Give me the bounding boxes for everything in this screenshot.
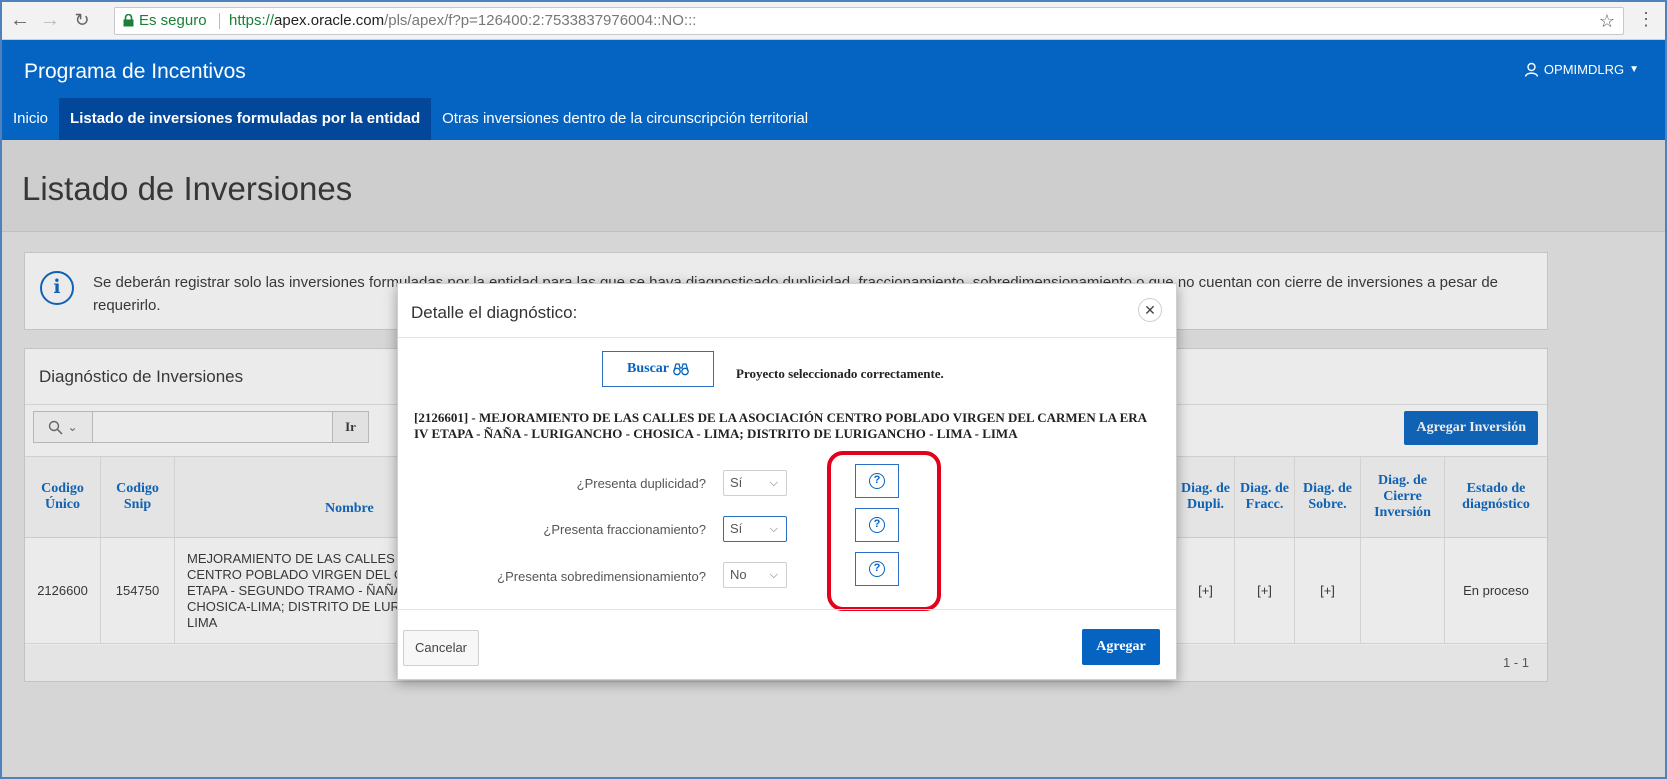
chevron-down-icon: ⌵ <box>769 477 778 489</box>
question-fraccionamiento-label: ¿Presenta fraccionamiento? <box>543 522 706 537</box>
browser-menu-icon[interactable]: ⋮ <box>1637 9 1655 30</box>
binoculars-icon <box>673 363 689 376</box>
chevron-down-icon: ⌵ <box>769 569 778 581</box>
buscar-label: Buscar <box>627 361 669 376</box>
tab-otras-inversiones[interactable]: Otras inversiones dentro de la circunscr… <box>431 98 819 140</box>
cancel-button[interactable]: Cancelar <box>403 630 479 666</box>
user-icon <box>1524 62 1539 77</box>
screenshot-frame: ← → ↻ Es seguro https://apex.oracle.com/… <box>0 0 1667 779</box>
forward-arrow-icon[interactable]: → <box>38 8 62 32</box>
diagnostico-dialog: Detalle el diagnóstico: ✕ Buscar Proyect… <box>397 283 1177 680</box>
question-sobredimensionamiento-label: ¿Presenta sobredimensionamiento? <box>497 569 706 584</box>
secure-label: Es seguro <box>139 12 207 29</box>
duplicidad-select[interactable]: Sí ⌵ <box>723 470 787 496</box>
address-separator <box>219 13 220 29</box>
user-name: OPMIMDLRG <box>1543 62 1625 77</box>
caret-down-icon: ▼ <box>1629 64 1639 75</box>
buscar-button[interactable]: Buscar <box>602 351 714 387</box>
app-title[interactable]: Programa de Incentivos <box>24 60 246 84</box>
browser-toolbar: ← → ↻ Es seguro https://apex.oracle.com/… <box>2 2 1665 40</box>
bookmark-star-icon[interactable]: ☆ <box>1599 8 1615 34</box>
address-bar[interactable]: Es seguro https://apex.oracle.com/pls/ap… <box>114 7 1624 35</box>
back-arrow-icon[interactable]: ← <box>8 8 32 32</box>
project-title: [2126601] - MEJORAMIENTO DE LAS CALLES D… <box>414 410 1147 441</box>
nav-tabs: Inicio Listado de inversiones formuladas… <box>2 98 819 140</box>
dialog-footer: Cancelar Agregar <box>398 609 1176 681</box>
reload-icon[interactable]: ↻ <box>70 8 94 32</box>
dialog-title: Detalle el diagnóstico: <box>411 303 578 322</box>
dialog-header: Detalle el diagnóstico: ✕ <box>398 284 1176 338</box>
sobredimensionamiento-select[interactable]: No ⌵ <box>723 562 787 588</box>
user-menu[interactable]: OPMIMDLRG ▼ <box>1524 62 1639 77</box>
close-icon[interactable]: ✕ <box>1138 298 1162 322</box>
question-duplicidad-label: ¿Presenta duplicidad? <box>576 476 706 491</box>
fraccionamiento-select[interactable]: Sí ⌵ <box>723 516 787 542</box>
lock-icon <box>123 14 134 27</box>
status-message: Proyecto seleccionado correctamente. <box>736 366 944 381</box>
highlight-annotation <box>827 451 941 611</box>
tab-listado-inversiones[interactable]: Listado de inversiones formuladas por la… <box>59 98 432 140</box>
url-text: https://apex.oracle.com/pls/apex/f?p=126… <box>229 12 697 29</box>
app-header: Programa de Incentivos OPMIMDLRG ▼ Inici… <box>2 40 1665 140</box>
agregar-button[interactable]: Agregar <box>1082 629 1160 665</box>
tab-inicio[interactable]: Inicio <box>2 98 59 140</box>
chevron-down-icon: ⌵ <box>769 523 778 535</box>
